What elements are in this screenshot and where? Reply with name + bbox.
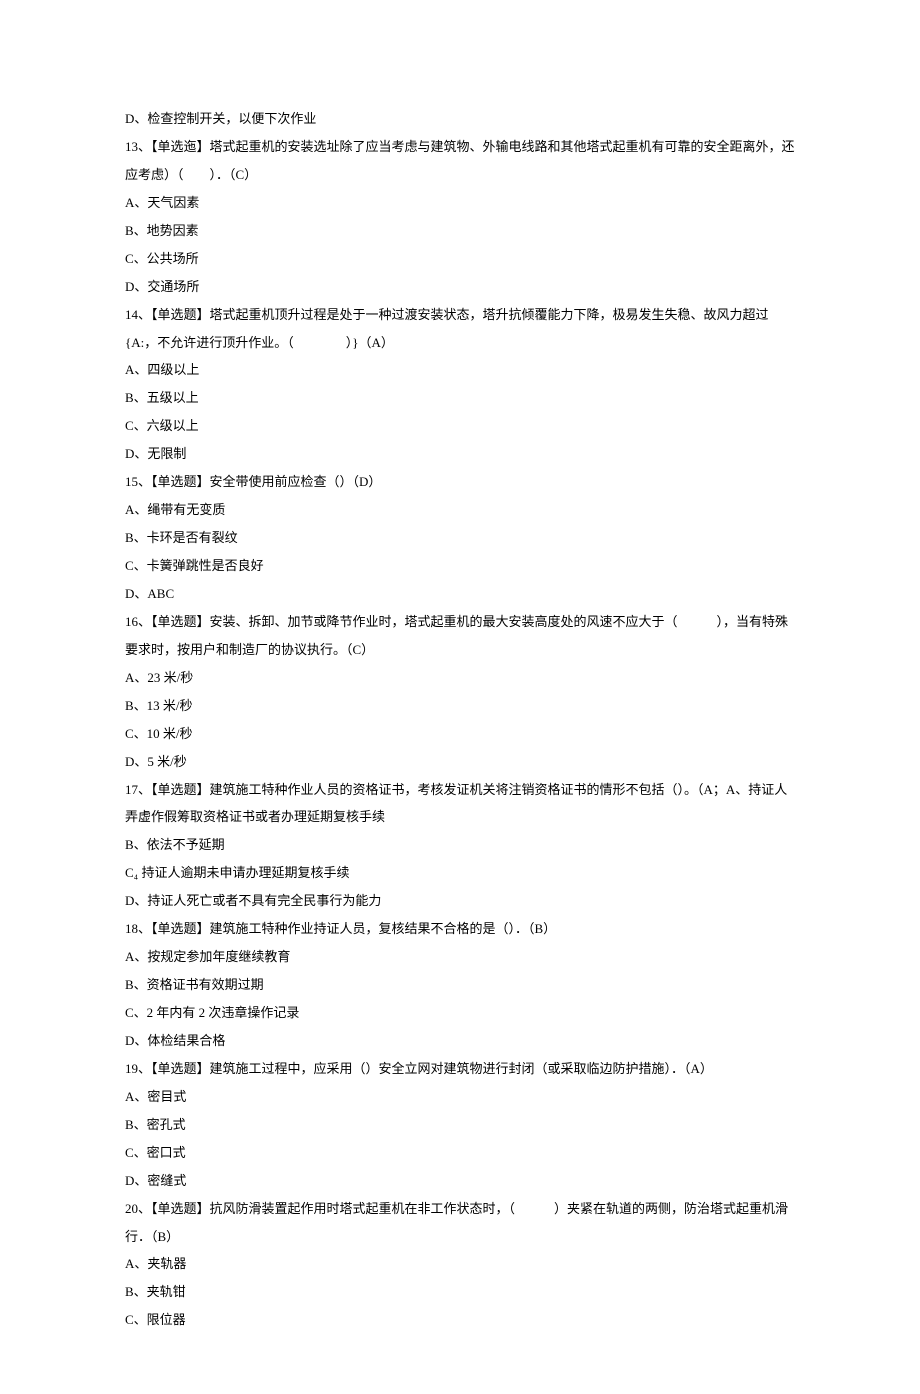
text-line: 15、【单选题】安全带使用前应检查（）（D） <box>125 468 795 496</box>
text-line: B、资格证书有效期过期 <box>125 971 795 999</box>
text-line: C、10 米/秒 <box>125 720 795 748</box>
text-line: B、夹轨钳 <box>125 1278 795 1306</box>
text-line: D、持证人死亡或者不具有完全民事行为能力 <box>125 887 795 915</box>
text-line: 16、【单选题】安装、拆卸、加节或降节作业时，塔式起重机的最大安装高度处的风速不… <box>125 608 795 664</box>
text-line: C、六级以上 <box>125 412 795 440</box>
text-line: D、ABC <box>125 580 795 608</box>
text-line: A、绳带有无变质 <box>125 496 795 524</box>
text-line: D、检查控制开关，以便下次作业 <box>125 105 795 133</box>
text-line: D、无限制 <box>125 440 795 468</box>
text-line: 13、【单选迤】塔式起重机的安装选址除了应当考虑与建筑物、外输电线路和其他塔式起… <box>125 133 795 189</box>
text-line: B、卡环是否有裂纹 <box>125 524 795 552</box>
text-line: C、限位器 <box>125 1306 795 1334</box>
text-line: A、密目式 <box>125 1083 795 1111</box>
text-line: A、夹轨器 <box>125 1250 795 1278</box>
text-line: B、依法不予延期 <box>125 831 795 859</box>
text-line: D、交通场所 <box>125 273 795 301</box>
text-line: 18、【单选题】建筑施工特种作业持证人员，复核结果不合格的是（）．（B） <box>125 915 795 943</box>
text-line: B、五级以上 <box>125 384 795 412</box>
text-line: C、2 年内有 2 次违章操作记录 <box>125 999 795 1027</box>
text-line: D、体检结果合格 <box>125 1027 795 1055</box>
text-line: C₄ 持证人逾期未申请办理延期复核手续 <box>125 859 795 887</box>
text-line: D、5 米/秒 <box>125 748 795 776</box>
text-line: A、23 米/秒 <box>125 664 795 692</box>
text-line: B、密孔式 <box>125 1111 795 1139</box>
text-line: 20、【单选题】抗风防滑装置起作用时塔式起重机在非工作状态时，（ ）夹紧在轨道的… <box>125 1195 795 1251</box>
text-line: C、密口式 <box>125 1139 795 1167</box>
text-line: A、四级以上 <box>125 356 795 384</box>
text-line: 14、【单选题】塔式起重机顶升过程是处于一种过渡安装状态，塔升抗倾覆能力下降，极… <box>125 301 795 357</box>
document-body: D、检查控制开关，以便下次作业13、【单选迤】塔式起重机的安装选址除了应当考虑与… <box>125 105 795 1334</box>
text-line: A、天气因素 <box>125 189 795 217</box>
text-line: D、密缝式 <box>125 1167 795 1195</box>
text-line: 19、【单选题】建筑施工过程中，应采用（）安全立网对建筑物进行封闭（或采取临边防… <box>125 1055 795 1083</box>
text-line: A、按规定参加年度继续教育 <box>125 943 795 971</box>
text-line: B、13 米/秒 <box>125 692 795 720</box>
text-line: C、公共场所 <box>125 245 795 273</box>
text-line: 17、【单选题】建筑施工特种作业人员的资格证书，考核发证机关将注销资格证书的情形… <box>125 776 795 832</box>
text-line: C、卡簧弹跳性是否良好 <box>125 552 795 580</box>
text-line: B、地势因素 <box>125 217 795 245</box>
